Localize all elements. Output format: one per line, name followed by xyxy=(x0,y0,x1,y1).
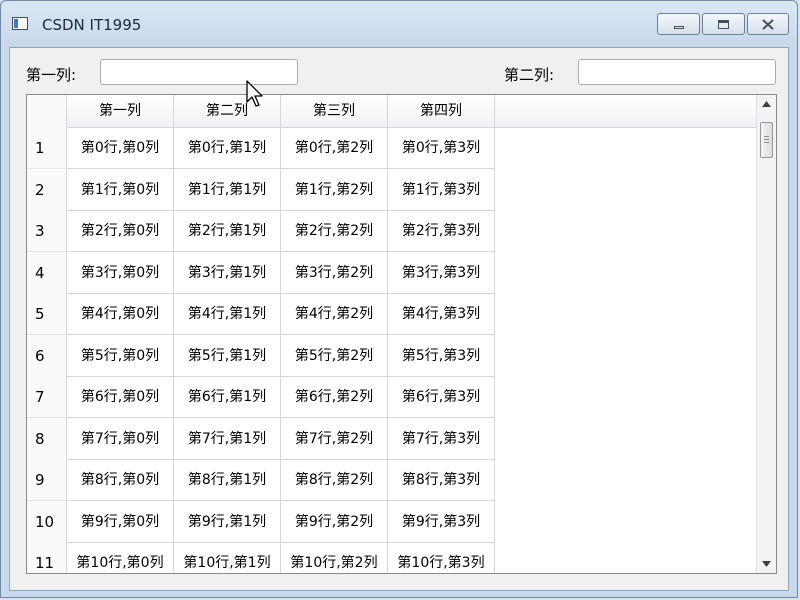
col2-label: 第二列: xyxy=(504,66,555,84)
col2-input[interactable] xyxy=(578,59,776,85)
table-cell[interactable]: 第0行,第1列 xyxy=(174,127,281,169)
column-header-3[interactable]: 第三列 xyxy=(281,95,388,127)
thumb-grip-line xyxy=(764,142,769,143)
row-header[interactable]: 6 xyxy=(27,334,67,377)
table-row[interactable]: 1 第0行,第0列 第0行,第1列 第0行,第2列 第0行,第3列 xyxy=(27,127,495,169)
col1-input[interactable] xyxy=(100,59,298,85)
column-header-4[interactable]: 第四列 xyxy=(388,95,495,127)
app-window: CSDN IT1995 第一列: 第二列: 第一列 第二列 第三列 第四列 1 … xyxy=(0,0,798,598)
table-cell[interactable]: 第5行,第3列 xyxy=(388,334,495,377)
close-button[interactable] xyxy=(747,13,789,35)
scrollbar-thumb[interactable] xyxy=(760,122,773,158)
table-cell[interactable]: 第8行,第1列 xyxy=(174,459,281,501)
table-cell[interactable]: 第3行,第3列 xyxy=(388,251,495,294)
table-cell[interactable]: 第2行,第3列 xyxy=(388,210,495,252)
close-icon xyxy=(762,18,774,30)
table-row[interactable]: 6 第5行,第0列 第5行,第1列 第5行,第2列 第5行,第3列 xyxy=(27,334,495,377)
row-header[interactable]: 2 xyxy=(27,168,67,211)
table-viewport: 第一列 第二列 第三列 第四列 1 第0行,第0列 第0行,第1列 第0行,第2列 第0… xyxy=(27,95,757,573)
table-cell[interactable]: 第6行,第0列 xyxy=(67,376,174,418)
table-cell[interactable]: 第9行,第2列 xyxy=(281,500,388,543)
data-table[interactable]: 第一列 第二列 第三列 第四列 1 第0行,第0列 第0行,第1列 第0行,第2列 第0… xyxy=(26,94,777,574)
row-header[interactable]: 3 xyxy=(27,210,67,252)
header-filler xyxy=(495,95,757,128)
table-cell[interactable]: 第8行,第0列 xyxy=(67,459,174,501)
table-cell[interactable]: 第2行,第1列 xyxy=(174,210,281,252)
table-row[interactable]: 7 第6行,第0列 第6行,第1列 第6行,第2列 第6行,第3列 xyxy=(27,376,495,418)
table-cell[interactable]: 第9行,第1列 xyxy=(174,500,281,543)
table-cell[interactable]: 第0行,第2列 xyxy=(281,127,388,169)
table-row[interactable]: 8 第7行,第0列 第7行,第1列 第7行,第2列 第7行,第3列 xyxy=(27,417,495,460)
table-row[interactable]: 2 第1行,第0列 第1行,第1列 第1行,第2列 第1行,第3列 xyxy=(27,168,495,211)
table-cell[interactable]: 第5行,第1列 xyxy=(174,334,281,377)
table-cell[interactable]: 第2行,第0列 xyxy=(67,210,174,252)
scroll-down-arrow-icon xyxy=(762,561,771,567)
table-cell[interactable]: 第6行,第2列 xyxy=(281,376,388,418)
table-cell[interactable]: 第6行,第1列 xyxy=(174,376,281,418)
table-cell[interactable]: 第10行,第3列 xyxy=(388,542,495,573)
minimize-button[interactable] xyxy=(657,13,700,35)
scroll-down-button[interactable] xyxy=(757,555,776,573)
client-area: 第一列: 第二列: 第一列 第二列 第三列 第四列 1 第0行,第0列 第0行,第1… xyxy=(9,47,789,591)
table-cell[interactable]: 第3行,第2列 xyxy=(281,251,388,294)
table-cell[interactable]: 第7行,第3列 xyxy=(388,417,495,460)
table-cell[interactable]: 第1行,第1列 xyxy=(174,168,281,211)
row-header[interactable]: 10 xyxy=(27,500,67,543)
table-cell[interactable]: 第5行,第0列 xyxy=(67,334,174,377)
mouse-pointer-icon xyxy=(246,80,263,107)
row-header[interactable]: 8 xyxy=(27,417,67,460)
table-row[interactable]: 9 第8行,第0列 第8行,第1列 第8行,第2列 第8行,第3列 xyxy=(27,459,495,501)
table-cell[interactable]: 第4行,第0列 xyxy=(67,293,174,335)
row-header[interactable]: 4 xyxy=(27,251,67,294)
title-bar[interactable]: CSDN IT1995 xyxy=(1,1,797,47)
scroll-up-button[interactable] xyxy=(757,95,776,113)
table-cell[interactable]: 第3行,第1列 xyxy=(174,251,281,294)
table-cell[interactable]: 第2行,第2列 xyxy=(281,210,388,252)
thumb-grip-line xyxy=(764,136,769,137)
table-cell[interactable]: 第3行,第0列 xyxy=(67,251,174,294)
maximize-button[interactable] xyxy=(702,13,745,35)
table-cell[interactable]: 第10行,第0列 xyxy=(67,542,174,573)
table-cell[interactable]: 第8行,第3列 xyxy=(388,459,495,501)
table-cell[interactable]: 第5行,第2列 xyxy=(281,334,388,377)
table-cell[interactable]: 第7行,第1列 xyxy=(174,417,281,460)
window-title: CSDN IT1995 xyxy=(42,16,142,34)
table-cell[interactable]: 第10行,第2列 xyxy=(281,542,388,573)
col1-label: 第一列: xyxy=(26,66,77,84)
table-cell[interactable]: 第9行,第0列 xyxy=(67,500,174,543)
table-row[interactable]: 4 第3行,第0列 第3行,第1列 第3行,第2列 第3行,第3列 xyxy=(27,251,495,294)
column-header-1[interactable]: 第一列 xyxy=(67,95,174,127)
table-row[interactable]: 3 第2行,第0列 第2行,第1列 第2行,第2列 第2行,第3列 xyxy=(27,210,495,252)
table-cell[interactable]: 第1行,第2列 xyxy=(281,168,388,211)
table-cell[interactable]: 第0行,第0列 xyxy=(67,127,174,169)
table-cell[interactable]: 第6行,第3列 xyxy=(388,376,495,418)
table-row[interactable]: 10 第9行,第0列 第9行,第1列 第9行,第2列 第9行,第3列 xyxy=(27,500,495,543)
table-cell[interactable]: 第7行,第0列 xyxy=(67,417,174,460)
table-cell[interactable]: 第10行,第1列 xyxy=(174,542,281,573)
table-cell[interactable]: 第8行,第2列 xyxy=(281,459,388,501)
table-cell[interactable]: 第1行,第0列 xyxy=(67,168,174,211)
scroll-up-arrow-icon xyxy=(762,101,771,107)
table-row[interactable]: 5 第4行,第0列 第4行,第1列 第4行,第2列 第4行,第3列 xyxy=(27,293,495,335)
maximize-icon xyxy=(718,19,729,29)
table-cell[interactable]: 第9行,第3列 xyxy=(388,500,495,543)
vertical-scrollbar[interactable] xyxy=(756,95,776,573)
table-cell[interactable]: 第4行,第3列 xyxy=(388,293,495,335)
table-header: 第一列 第二列 第三列 第四列 xyxy=(27,95,757,128)
thumb-grip-line xyxy=(764,139,769,140)
table-cell[interactable]: 第0行,第3列 xyxy=(388,127,495,169)
table-row[interactable]: 11 第10行,第0列 第10行,第1列 第10行,第2列 第10行,第3列 xyxy=(27,542,495,573)
row-header[interactable]: 5 xyxy=(27,293,67,335)
row-header[interactable]: 11 xyxy=(27,542,67,573)
row-header[interactable]: 1 xyxy=(27,127,67,169)
table-cell[interactable]: 第4行,第2列 xyxy=(281,293,388,335)
table-cell[interactable]: 第1行,第3列 xyxy=(388,168,495,211)
table-cell[interactable]: 第4行,第1列 xyxy=(174,293,281,335)
table-cell[interactable]: 第7行,第2列 xyxy=(281,417,388,460)
window-app-icon[interactable] xyxy=(12,17,28,30)
table-corner-button[interactable] xyxy=(27,95,67,127)
row-header[interactable]: 7 xyxy=(27,376,67,418)
minimize-icon xyxy=(673,25,684,29)
row-header[interactable]: 9 xyxy=(27,459,67,501)
